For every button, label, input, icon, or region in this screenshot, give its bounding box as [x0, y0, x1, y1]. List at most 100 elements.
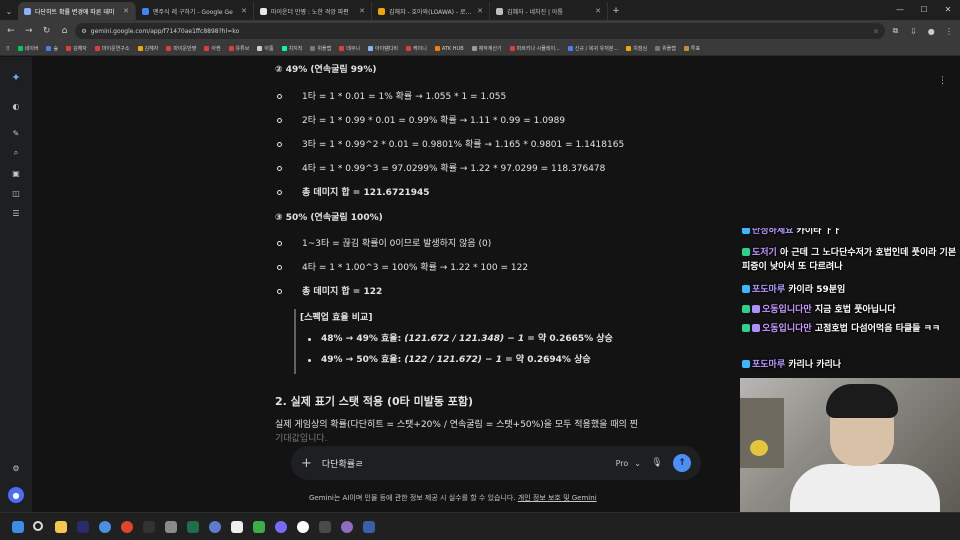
calculator-icon[interactable] — [165, 521, 177, 533]
library-icon[interactable]: ☰ — [10, 207, 22, 219]
home-icon[interactable]: ⌂ — [58, 24, 72, 38]
browser-menu-icon[interactable]: ⋮ — [942, 24, 956, 38]
reload-icon[interactable]: ↻ — [40, 24, 54, 38]
gemini-side-rail: ✦ ◐ ✎ ⌕ ▣ ◫ ☰ ⚙ ● — [0, 57, 32, 512]
chrome-icon[interactable] — [121, 521, 133, 533]
new-tab-icon[interactable]: + — [608, 2, 624, 20]
bookmark-item[interactable]: ATK HUB — [434, 46, 464, 52]
app-icon[interactable] — [209, 521, 221, 533]
apps-icon[interactable]: ⠿ — [6, 46, 10, 52]
tab-3[interactable]: 김해쟈 - 호아와(LOAWA) - 로... ✕ — [372, 2, 490, 20]
prompt-box[interactable]: + 다단확률ㄹ Pro ⌄ 🎙 ↑ — [291, 446, 701, 480]
back-icon[interactable]: ← — [4, 24, 18, 38]
bookmark-item[interactable]: 유튜브 — [228, 45, 249, 52]
privacy-link[interactable]: 개인 정보 보호 및 Gemini — [518, 494, 597, 502]
bookmark-item[interactable]: 제작계산기 — [471, 45, 502, 52]
file-explorer-icon[interactable] — [55, 521, 67, 533]
tab-0[interactable]: 다단히트 확률 변경에 따른 데미 ✕ — [18, 2, 136, 20]
chevron-down-icon: ⌄ — [634, 458, 641, 468]
add-attachment-icon[interactable]: + — [301, 456, 312, 471]
bookmark-label: 위플랩 — [317, 46, 332, 52]
profile-icon[interactable]: ● — [924, 24, 938, 38]
chat-message: 포도마루 카이라 59분임 — [742, 283, 960, 297]
app-icon[interactable] — [319, 521, 331, 533]
forward-icon[interactable]: → — [22, 24, 36, 38]
gemini-logo-icon[interactable]: ✦ — [10, 71, 22, 84]
search-icon[interactable]: ⌕ — [10, 147, 22, 159]
windows-start-icon[interactable] — [12, 521, 24, 533]
app-icon[interactable] — [253, 521, 265, 533]
bookmark-item[interactable]: 치점심 — [626, 45, 647, 52]
tab-close-icon[interactable]: ✕ — [123, 7, 129, 15]
tab-close-icon[interactable]: ✕ — [595, 7, 601, 15]
search-icon[interactable] — [33, 521, 43, 531]
tab-close-icon[interactable]: ✕ — [477, 7, 483, 15]
app-icon[interactable] — [143, 521, 155, 533]
chat-message: 오동입니다만 지금 호법 풋아닙니다 — [742, 303, 960, 317]
bookmark-favicon-icon — [257, 46, 263, 51]
bookmark-item[interactable]: 아이템디비 — [368, 45, 398, 52]
bookmark-item[interactable]: 네이버 — [17, 45, 38, 52]
bookmark-item[interactable]: 위플랩 — [310, 45, 331, 52]
bookmark-item[interactable]: 케이니 — [406, 45, 427, 52]
disclaimer: Gemini는 AI이며 인물 등에 관한 정보 제공 시 실수를 할 수 있습… — [309, 493, 597, 503]
bookmark-item[interactable]: 마이운만쨩 — [166, 45, 196, 52]
bookmark-item[interactable]: 마르키나 시뮬레이... — [509, 45, 560, 52]
premiere-icon[interactable] — [77, 521, 89, 533]
site-info-icon[interactable]: ⚙ — [81, 28, 86, 35]
url-field[interactable]: ⚙ gemini.google.com/app/f71470ae1ffc8898… — [75, 23, 885, 39]
bookmark-item[interactable]: 투표 — [683, 45, 700, 52]
bookmark-item[interactable]: 숲 — [46, 45, 58, 52]
excel-icon[interactable] — [187, 521, 199, 533]
download-icon[interactable]: ⇩ — [906, 24, 920, 38]
case2-line-4: 4타 = 1 * 0.99^3 = 97.0299% 확률 → 1.22 * 9… — [302, 164, 606, 174]
obs-icon[interactable] — [297, 521, 309, 533]
bookmark-label: 숲 — [53, 46, 59, 52]
chat-nick: 포도마루 — [752, 360, 786, 370]
microphone-icon[interactable]: 🎙 — [651, 458, 663, 468]
bookmark-label: 신규 / 복귀 유저분... — [574, 46, 619, 52]
sidebar-toggle-icon[interactable]: ◐ — [10, 100, 22, 112]
tab-search-icon[interactable]: ⌄ — [0, 2, 18, 20]
bookmark-star-icon[interactable]: ☆ — [873, 28, 878, 35]
send-button[interactable]: ↑ — [673, 454, 691, 472]
close-window-icon[interactable]: ✕ — [936, 0, 960, 18]
maximize-icon[interactable]: ☐ — [912, 0, 936, 18]
tab-close-icon[interactable]: ✕ — [359, 7, 365, 15]
prompt-input[interactable]: 다단확률ㄹ — [322, 457, 606, 470]
bookmark-item[interactable]: 데쿠니 — [339, 45, 360, 52]
bookmark-item[interactable]: 마이운연구소 — [94, 45, 130, 52]
more-options-icon[interactable]: ⋮ — [938, 76, 947, 86]
bookmark-item[interactable]: 신규 / 복귀 유저분... — [567, 45, 619, 52]
settings-gear-icon[interactable]: ⚙ — [10, 462, 22, 474]
new-chat-icon[interactable]: ✎ — [10, 127, 22, 139]
bookmark-item[interactable]: 김해자 — [66, 45, 87, 52]
bookmark-item[interactable]: 치지직 — [281, 45, 302, 52]
gallery-icon[interactable]: ▣ — [10, 167, 22, 179]
tab-4[interactable]: 김혜자 - 네차진 | 아툼 ✕ — [490, 2, 608, 20]
tab-1[interactable]: 맨주식 레 구하기 - Google Ge ✕ — [136, 2, 254, 20]
extensions-icon[interactable]: ⧉ — [889, 24, 903, 38]
app-icon[interactable] — [363, 521, 375, 533]
notion-icon[interactable] — [231, 521, 243, 533]
tab-close-icon[interactable]: ✕ — [241, 7, 247, 15]
gems-icon[interactable]: ◫ — [10, 187, 22, 199]
discord-icon[interactable] — [275, 521, 287, 533]
bookmark-item[interactable]: 아켄 — [204, 45, 221, 52]
onedrive-icon[interactable] — [99, 521, 111, 533]
minimize-icon[interactable]: — — [888, 0, 912, 18]
chat-text: 카이라 59분임 — [788, 285, 846, 295]
heart-badge-icon — [752, 324, 760, 332]
bookmark-item[interactable]: 김혜자 — [137, 45, 158, 52]
window-controls: — ☐ ✕ — [888, 0, 960, 18]
model-selector[interactable]: Pro ⌄ — [616, 459, 641, 468]
tab-title: 맨주식 레 구하기 - Google Ge — [153, 8, 233, 16]
account-avatar[interactable]: ● — [8, 487, 24, 503]
case3-heading: ③ 50% (연속굴림 100%) — [275, 213, 383, 223]
tab-2[interactable]: 마이운더 만쨩 : 노한 격앙 파편 ✕ — [254, 2, 372, 20]
bookmark-item[interactable]: 위플랩 — [655, 45, 676, 52]
app-icon[interactable] — [341, 521, 353, 533]
tab-title: 다단히트 확률 변경에 따른 데미 — [35, 8, 115, 16]
bookmark-item[interactable]: 아툼 — [257, 45, 274, 52]
bookmark-label: 마이운만쨩 — [173, 46, 197, 52]
